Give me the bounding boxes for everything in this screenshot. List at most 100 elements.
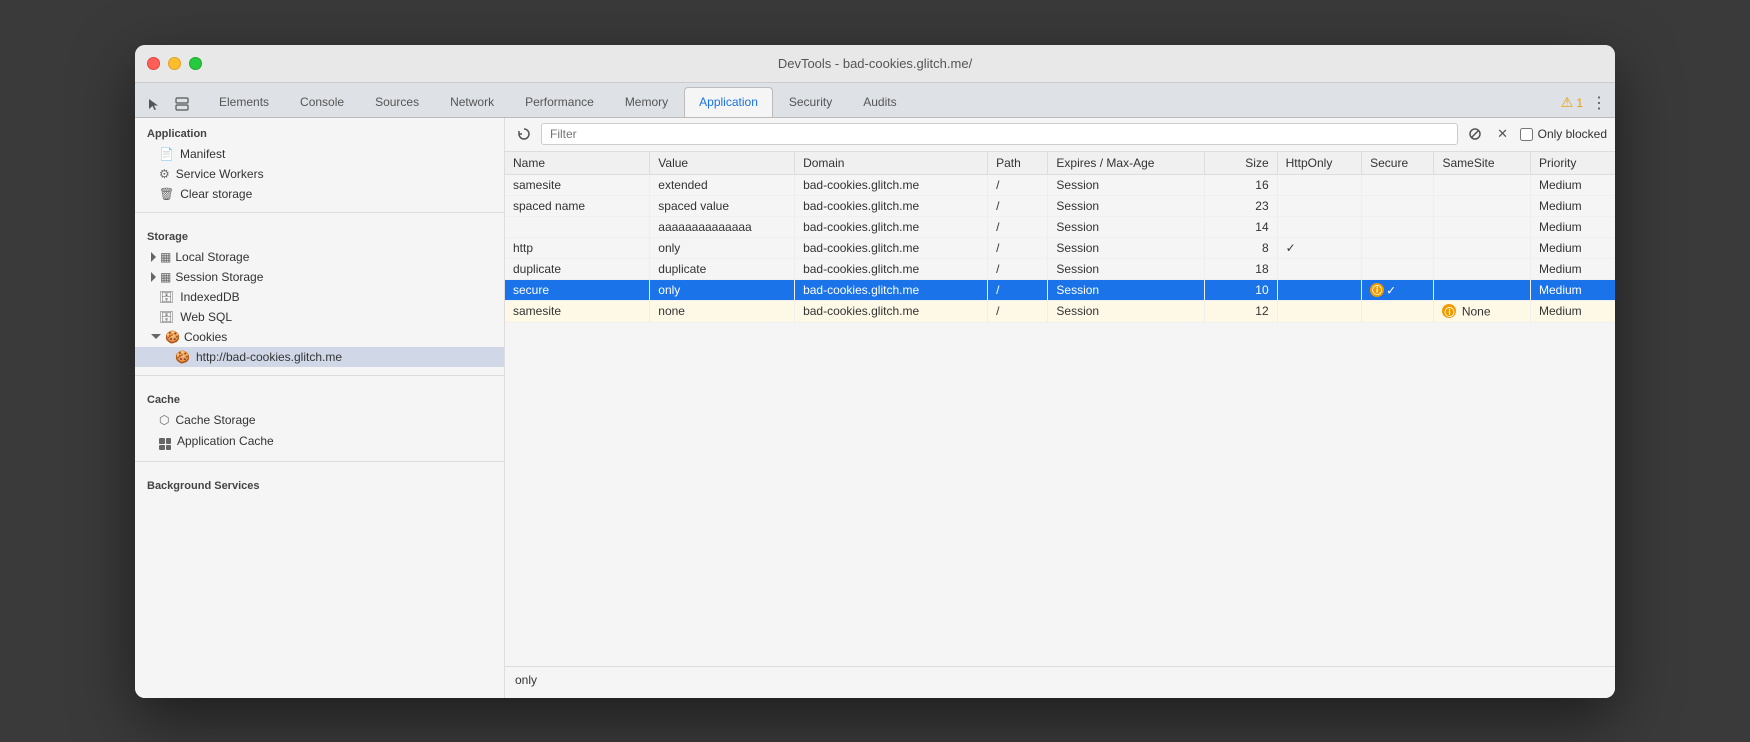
- cache-storage-icon: ⬡: [159, 413, 169, 427]
- minimize-button[interactable]: [168, 57, 181, 70]
- application-cache-icon: [159, 433, 171, 451]
- cell-name: secure: [505, 279, 650, 301]
- col-value[interactable]: Value: [650, 152, 795, 175]
- cell-name: samesite: [505, 301, 650, 323]
- col-name[interactable]: Name: [505, 152, 650, 175]
- cell-value: only: [650, 279, 795, 301]
- cell-path: /: [988, 258, 1048, 279]
- table-row[interactable]: httponlybad-cookies.glitch.me/Session8✓M…: [505, 237, 1615, 258]
- table-row[interactable]: aaaaaaaaaaaaaabad-cookies.glitch.me/Sess…: [505, 216, 1615, 237]
- cell-priority: Medium: [1531, 216, 1616, 237]
- session-storage-icon: ▦: [160, 270, 171, 284]
- sidebar-item-manifest[interactable]: 📄 Manifest: [135, 144, 504, 164]
- tabs-bar: Elements Console Sources Network Perform…: [135, 83, 1615, 118]
- sidebar-item-session-storage[interactable]: ▦ Session Storage: [135, 267, 504, 287]
- cell-domain: bad-cookies.glitch.me: [795, 174, 988, 195]
- col-samesite[interactable]: SameSite: [1434, 152, 1531, 175]
- sidebar-item-local-storage[interactable]: ▦ Local Storage: [135, 247, 504, 267]
- sidebar-item-indexeddb[interactable]: 🗄 IndexedDB: [135, 287, 504, 307]
- block-icon[interactable]: [1464, 123, 1486, 145]
- manifest-icon: 📄: [159, 147, 174, 161]
- sidebar-item-clear-storage[interactable]: 🗑 Clear storage: [135, 184, 504, 204]
- session-storage-triangle: [151, 272, 156, 282]
- table-row[interactable]: samesiteextendedbad-cookies.glitch.me/Se…: [505, 174, 1615, 195]
- divider-3: [135, 461, 504, 462]
- tab-console[interactable]: Console: [285, 87, 359, 117]
- cell-value: aaaaaaaaaaaaaa: [650, 216, 795, 237]
- cell-name: http: [505, 237, 650, 258]
- sidebar-session-storage-label: Session Storage: [175, 270, 263, 284]
- cell-priority: Medium: [1531, 237, 1616, 258]
- cell-httponly: ✓: [1277, 237, 1361, 258]
- cell-size: 14: [1205, 216, 1277, 237]
- dock-icon[interactable]: [171, 93, 193, 115]
- maximize-button[interactable]: [189, 57, 202, 70]
- cell-path: /: [988, 195, 1048, 216]
- local-storage-triangle: [151, 252, 156, 262]
- secure-check: ✓: [1386, 283, 1396, 297]
- table-row[interactable]: samesitenonebad-cookies.glitch.me/Sessio…: [505, 301, 1615, 323]
- samesite-warning-icon: ⓘ: [1442, 304, 1456, 318]
- refresh-button[interactable]: [513, 123, 535, 145]
- cell-secure: [1362, 301, 1434, 323]
- tab-performance[interactable]: Performance: [510, 87, 609, 117]
- close-button[interactable]: [147, 57, 160, 70]
- main-content: Application 📄 Manifest ⚙ Service Workers…: [135, 118, 1615, 698]
- sidebar-local-storage-label: Local Storage: [175, 250, 249, 264]
- cell-expires: Session: [1048, 258, 1205, 279]
- tab-sources[interactable]: Sources: [360, 87, 434, 117]
- sidebar-cookie-url-label: http://bad-cookies.glitch.me: [196, 350, 342, 364]
- table-row[interactable]: spaced namespaced valuebad-cookies.glitc…: [505, 195, 1615, 216]
- toolbar: ✕ Only blocked: [505, 118, 1615, 152]
- tab-application[interactable]: Application: [684, 87, 773, 117]
- col-size[interactable]: Size: [1205, 152, 1277, 175]
- tab-security[interactable]: Security: [774, 87, 847, 117]
- cell-priority: Medium: [1531, 301, 1616, 323]
- cell-samesite: [1434, 174, 1531, 195]
- cell-domain: bad-cookies.glitch.me: [795, 237, 988, 258]
- clear-button[interactable]: ✕: [1492, 123, 1514, 145]
- filter-input[interactable]: [541, 123, 1458, 145]
- sidebar-item-application-cache[interactable]: Application Cache: [135, 430, 504, 454]
- warning-badge[interactable]: ⚠ 1: [1561, 94, 1583, 111]
- table-row[interactable]: secureonlybad-cookies.glitch.me/Session1…: [505, 279, 1615, 301]
- col-expires[interactable]: Expires / Max-Age: [1048, 152, 1205, 175]
- sidebar-service-workers-label: Service Workers: [176, 167, 264, 181]
- cell-name: spaced name: [505, 195, 650, 216]
- websql-icon: 🗄: [159, 310, 174, 324]
- col-domain[interactable]: Domain: [795, 152, 988, 175]
- devtools-window: DevTools - bad-cookies.glitch.me/ Elemen…: [135, 45, 1615, 698]
- cell-samesite: [1434, 279, 1531, 301]
- tab-network[interactable]: Network: [435, 87, 509, 117]
- col-path[interactable]: Path: [988, 152, 1048, 175]
- cell-size: 10: [1205, 279, 1277, 301]
- divider-2: [135, 375, 504, 376]
- cell-path: /: [988, 216, 1048, 237]
- col-priority[interactable]: Priority: [1531, 152, 1616, 175]
- sidebar-item-cache-storage[interactable]: ⬡ Cache Storage: [135, 410, 504, 430]
- clear-storage-icon: 🗑: [159, 187, 174, 201]
- tab-elements[interactable]: Elements: [204, 87, 284, 117]
- more-options-button[interactable]: ⋮: [1591, 93, 1607, 113]
- only-blocked-text: Only blocked: [1538, 127, 1607, 141]
- table-row[interactable]: duplicateduplicatebad-cookies.glitch.me/…: [505, 258, 1615, 279]
- sidebar-item-cookies[interactable]: 🍪 Cookies: [135, 327, 504, 347]
- tab-audits[interactable]: Audits: [848, 87, 911, 117]
- cell-priority: Medium: [1531, 195, 1616, 216]
- sidebar-item-websql[interactable]: 🗄 Web SQL: [135, 307, 504, 327]
- sidebar-cache-header: Cache: [135, 384, 504, 410]
- cell-samesite: [1434, 195, 1531, 216]
- cell-samesite: ⓘ None: [1434, 301, 1531, 323]
- cell-domain: bad-cookies.glitch.me: [795, 216, 988, 237]
- sidebar-item-cookie-url[interactable]: 🍪 http://bad-cookies.glitch.me: [135, 347, 504, 367]
- col-secure[interactable]: Secure: [1362, 152, 1434, 175]
- sidebar-item-service-workers[interactable]: ⚙ Service Workers: [135, 164, 504, 184]
- cursor-icon[interactable]: [143, 93, 165, 115]
- tab-memory[interactable]: Memory: [610, 87, 683, 117]
- warning-icon: ⚠: [1561, 94, 1574, 111]
- only-blocked-checkbox[interactable]: [1520, 128, 1533, 141]
- local-storage-icon: ▦: [160, 250, 171, 264]
- cell-httponly: [1277, 216, 1361, 237]
- cell-value: duplicate: [650, 258, 795, 279]
- col-httponly[interactable]: HttpOnly: [1277, 152, 1361, 175]
